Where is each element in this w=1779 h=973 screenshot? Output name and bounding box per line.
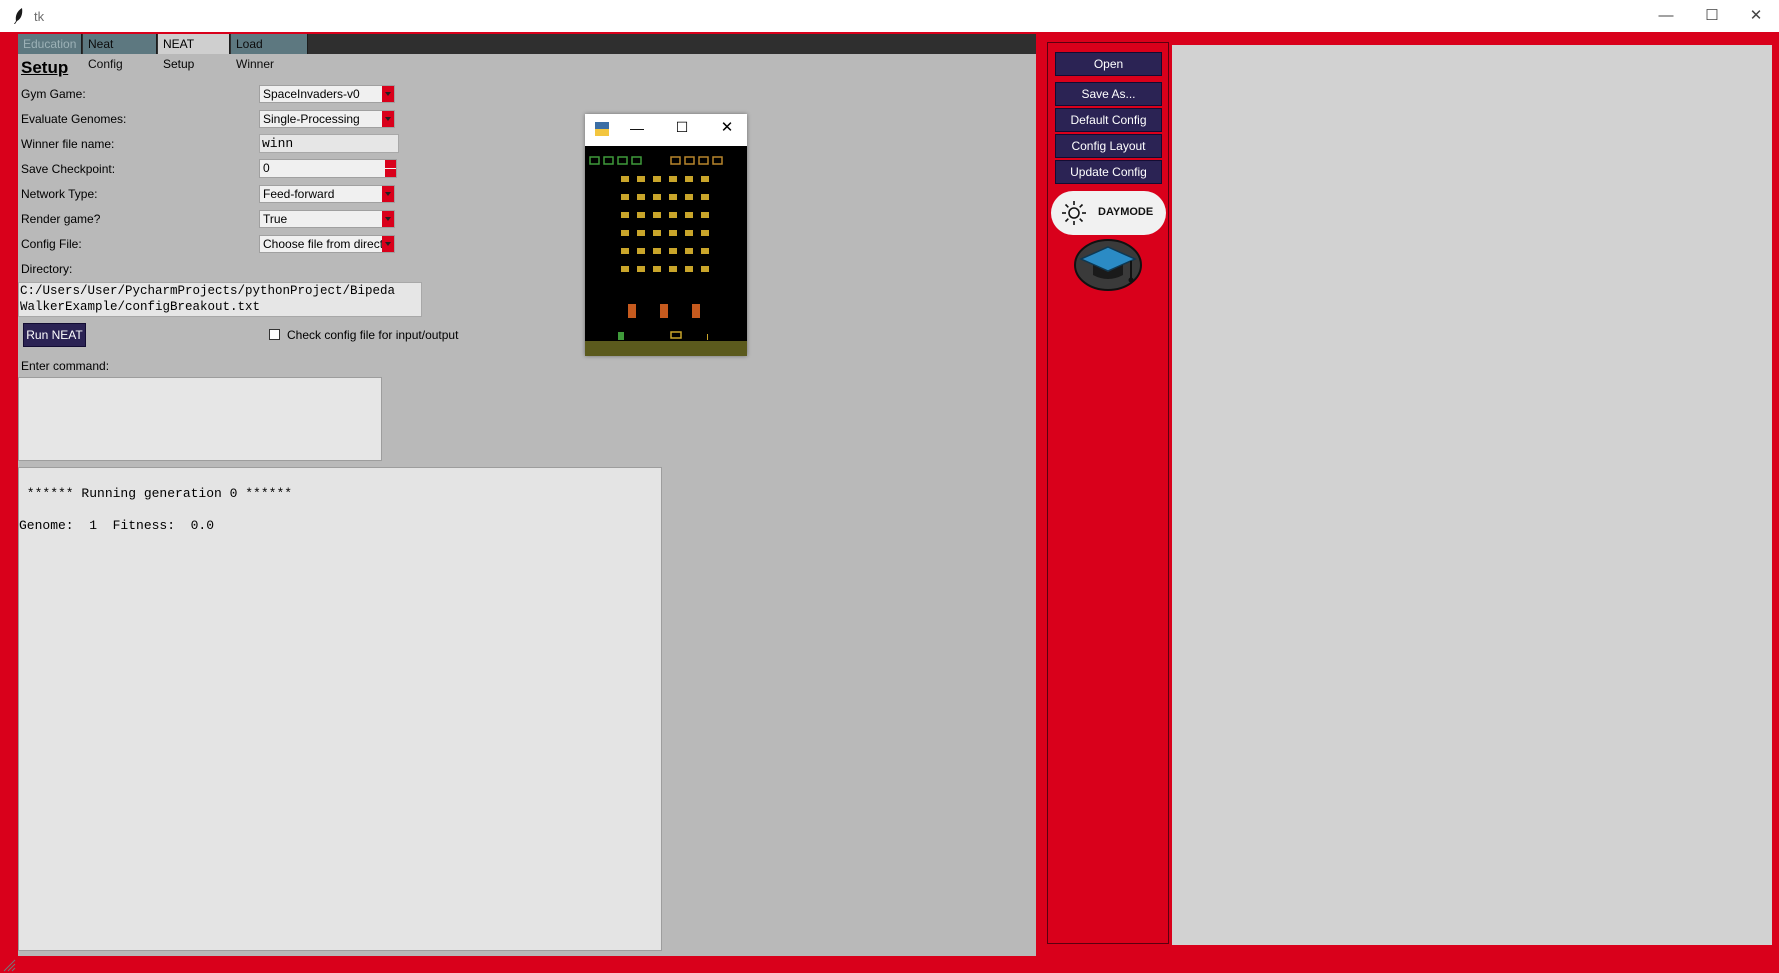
- close-icon: ✕: [1749, 7, 1763, 24]
- network-type-select[interactable]: Feed-forward: [259, 185, 395, 203]
- tab-education[interactable]: Education: [18, 34, 82, 54]
- save-checkpoint-label: Save Checkpoint:: [21, 162, 116, 176]
- minimize-icon[interactable]: —: [627, 120, 647, 138]
- gym-game-value: SpaceInvaders-v0: [263, 87, 360, 101]
- game-canvas: [585, 146, 747, 356]
- feather-icon: [14, 8, 23, 24]
- close-button[interactable]: ✕: [1733, 0, 1779, 32]
- open-button[interactable]: Open: [1055, 52, 1162, 76]
- directory-field[interactable]: C:/Users/User/PycharmProjects/pythonProj…: [18, 282, 422, 317]
- network-type-label: Network Type:: [21, 187, 98, 201]
- save-as-button[interactable]: Save As...: [1055, 82, 1162, 106]
- output-console[interactable]: ****** Running generation 0 ****** Genom…: [18, 467, 662, 951]
- graduation-cap-icon[interactable]: [1073, 239, 1143, 291]
- output-line: Genome: 1 Fitness: 0.0: [19, 518, 215, 533]
- evaluate-genomes-value: Single-Processing: [263, 112, 360, 126]
- maximize-icon: ☐: [1705, 7, 1719, 24]
- command-label: Enter command:: [21, 359, 110, 373]
- config-file-label: Config File:: [21, 237, 82, 251]
- winner-file-input[interactable]: winn: [259, 134, 399, 153]
- config-file-value: Choose file from direct: [263, 237, 384, 251]
- render-game-label: Render game?: [21, 212, 101, 226]
- gym-game-select[interactable]: SpaceInvaders-v0: [259, 85, 395, 103]
- tab-load-winner[interactable]: Load Winner: [231, 34, 308, 71]
- minimize-button[interactable]: —: [1643, 0, 1689, 32]
- chevron-down-icon[interactable]: [382, 186, 394, 202]
- tab-neat-config[interactable]: Neat Config: [83, 34, 157, 71]
- directory-line-2: WalkerExample/configBreakout.txt: [20, 300, 261, 314]
- check-config-checkbox[interactable]: [269, 329, 280, 340]
- sun-icon: [1062, 201, 1086, 225]
- title-bar: tk — ☐ ✕: [0, 0, 1779, 32]
- network-type-value: Feed-forward: [263, 187, 335, 201]
- daymode-toggle[interactable]: DAYMODE: [1051, 191, 1166, 235]
- chevron-down-icon[interactable]: [382, 111, 394, 127]
- command-textbox[interactable]: [18, 377, 382, 461]
- gym-game-label: Gym Game:: [21, 87, 86, 101]
- check-config-label: Check config file for input/output: [287, 328, 459, 342]
- chevron-down-icon[interactable]: [382, 236, 394, 252]
- resize-grip-icon[interactable]: [2, 958, 16, 972]
- tab-neat-setup[interactable]: NEAT Setup: [158, 34, 230, 71]
- maximize-icon[interactable]: ☐: [672, 119, 692, 137]
- evaluate-genomes-select[interactable]: Single-Processing: [259, 110, 395, 128]
- render-game-select[interactable]: True: [259, 210, 395, 228]
- default-config-button[interactable]: Default Config: [1055, 108, 1162, 132]
- save-checkpoint-spinbox[interactable]: 0: [259, 159, 397, 178]
- directory-line-1: C:/Users/User/PycharmProjects/pythonProj…: [20, 284, 396, 298]
- window-title: tk: [34, 9, 45, 24]
- run-neat-button[interactable]: Run NEAT: [23, 323, 86, 347]
- daymode-label: DAYMODE: [1098, 206, 1154, 218]
- save-checkpoint-value: 0: [263, 161, 270, 175]
- minimize-icon: —: [1658, 7, 1674, 24]
- close-icon[interactable]: ✕: [717, 118, 737, 136]
- output-line: ****** Running generation 0 ******: [19, 486, 293, 501]
- render-game-value: True: [263, 212, 288, 226]
- update-config-button[interactable]: Update Config: [1055, 160, 1162, 184]
- directory-label: Directory:: [21, 262, 73, 276]
- setup-heading: Setup: [21, 58, 69, 77]
- maximize-button[interactable]: ☐: [1689, 0, 1735, 32]
- spin-up-icon[interactable]: [385, 160, 396, 168]
- spin-down-icon[interactable]: [385, 169, 396, 177]
- evaluate-genomes-label: Evaluate Genomes:: [21, 112, 127, 126]
- config-file-select[interactable]: Choose file from direct: [259, 235, 395, 253]
- config-layout-button[interactable]: Config Layout: [1055, 134, 1162, 158]
- winner-file-label: Winner file name:: [21, 137, 115, 151]
- chevron-down-icon[interactable]: [382, 86, 394, 102]
- chevron-down-icon[interactable]: [382, 211, 394, 227]
- config-preview-pane: [1172, 45, 1772, 945]
- python-icon: [595, 122, 609, 136]
